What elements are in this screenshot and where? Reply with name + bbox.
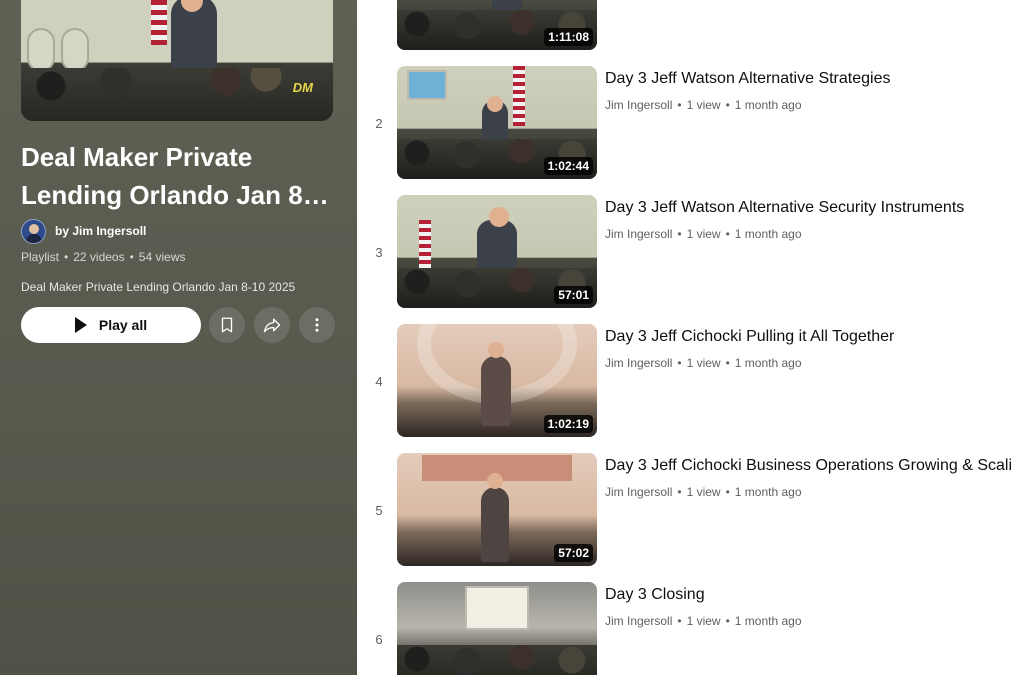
playlist-title: Deal Maker Private Lending Orlando Jan 8…: [21, 142, 329, 210]
video-count: 22 videos: [73, 250, 125, 264]
video-meta: Jim Ingersoll • 1 view • 1 month ago: [605, 614, 802, 628]
video-meta: Jim Ingersoll • 1 view • 1 month ago: [605, 485, 802, 499]
list-item[interactable]: 1:11:08: [357, 0, 1011, 50]
list-item[interactable]: 5 57:02 Day 3 Jeff Cichocki Business Ope…: [357, 453, 1011, 566]
duration-badge: 1:02:44: [543, 157, 593, 175]
view-count: 1 view: [686, 356, 721, 370]
video-thumbnail[interactable]: 1:02:19: [397, 324, 597, 437]
upload-age: 1 month ago: [734, 485, 802, 499]
video-title[interactable]: Day 3 Jeff Watson Alternative Security I…: [605, 197, 964, 219]
playlist-owner[interactable]: by Jim Ingersoll: [21, 218, 146, 244]
channel-name[interactable]: Jim Ingersoll: [605, 614, 672, 628]
playlist-header-panel: DM Deal Maker Private Lending Orlando Ja…: [0, 0, 357, 675]
video-meta: Jim Ingersoll • 1 view • 1 month ago: [605, 227, 802, 241]
channel-name[interactable]: Jim Ingersoll: [605, 485, 672, 499]
video-meta: Jim Ingersoll • 1 view • 1 month ago: [605, 98, 802, 112]
play-all-label: Play all: [98, 317, 148, 333]
view-count: 54 views: [138, 250, 186, 264]
playlist-description: Deal Maker Private Lending Orlando Jan 8…: [21, 280, 296, 294]
view-count: 1 view: [686, 614, 721, 628]
video-title[interactable]: Day 3 Closing: [605, 584, 705, 606]
video-index: 3: [375, 245, 383, 260]
share-button[interactable]: [254, 307, 290, 343]
playlist-meta: Playlist • 22 videos • 54 views: [21, 250, 186, 264]
playlist-page: DM Deal Maker Private Lending Orlando Ja…: [0, 0, 1011, 675]
duration-badge: 57:02: [554, 544, 593, 562]
video-title[interactable]: Day 3 Jeff Cichocki Pulling it All Toget…: [605, 326, 894, 348]
list-item[interactable]: 6 Day 3 Closing Jim Ingersoll • 1 view •…: [357, 582, 1011, 675]
playlist-actions: Play all: [21, 307, 335, 343]
share-icon: [263, 318, 281, 333]
list-item[interactable]: 3 57:01 Day 3 Jeff Watson Alternative Se…: [357, 195, 1011, 308]
list-item[interactable]: 2 1:02:44 Day 3 Jeff Watson Alternative …: [357, 66, 1011, 179]
video-title[interactable]: Day 3 Jeff Cichocki Business Operations …: [605, 455, 1011, 477]
play-all-button[interactable]: Play all: [21, 307, 201, 343]
channel-name[interactable]: Jim Ingersoll: [605, 227, 672, 241]
video-thumbnail[interactable]: 1:11:08: [397, 0, 597, 50]
playlist-video-list: 1:11:08 2 1:02:44 Day 3 Jeff Watson Alte…: [357, 0, 1011, 675]
more-vert-icon: [315, 318, 319, 332]
upload-age: 1 month ago: [734, 227, 802, 241]
video-meta: Jim Ingersoll • 1 view • 1 month ago: [605, 356, 802, 370]
view-count: 1 view: [686, 98, 721, 112]
playlist-thumbnail[interactable]: DM: [21, 0, 333, 121]
duration-badge: 1:11:08: [544, 28, 593, 46]
avatar[interactable]: [21, 218, 46, 244]
video-index: 4: [375, 374, 383, 389]
upload-age: 1 month ago: [734, 614, 802, 628]
event-logo: DM: [292, 80, 313, 95]
video-thumbnail[interactable]: [397, 582, 597, 675]
view-count: 1 view: [686, 485, 721, 499]
video-index: 6: [375, 632, 383, 647]
video-title[interactable]: Day 3 Jeff Watson Alternative Strategies: [605, 68, 890, 90]
video-thumbnail[interactable]: 1:02:44: [397, 66, 597, 179]
save-button[interactable]: [209, 307, 245, 343]
channel-name[interactable]: Jim Ingersoll: [605, 98, 672, 112]
flag-icon: [151, 0, 167, 45]
owner-name[interactable]: by Jim Ingersoll: [55, 224, 146, 238]
upload-age: 1 month ago: [734, 356, 802, 370]
list-item[interactable]: 4 1:02:19 Day 3 Jeff Cichocki Pulling it…: [357, 324, 1011, 437]
upload-age: 1 month ago: [734, 98, 802, 112]
view-count: 1 view: [686, 227, 721, 241]
video-thumbnail[interactable]: 57:02: [397, 453, 597, 566]
duration-badge: 57:01: [554, 286, 593, 304]
video-index: 2: [375, 116, 383, 131]
playlist-type: Playlist: [21, 250, 60, 264]
play-icon: [74, 317, 87, 333]
video-thumbnail[interactable]: 57:01: [397, 195, 597, 308]
bookmark-icon: [221, 317, 233, 333]
more-actions-button[interactable]: [299, 307, 335, 343]
video-index: 5: [375, 503, 383, 518]
channel-name[interactable]: Jim Ingersoll: [605, 356, 672, 370]
duration-badge: 1:02:19: [543, 415, 593, 433]
